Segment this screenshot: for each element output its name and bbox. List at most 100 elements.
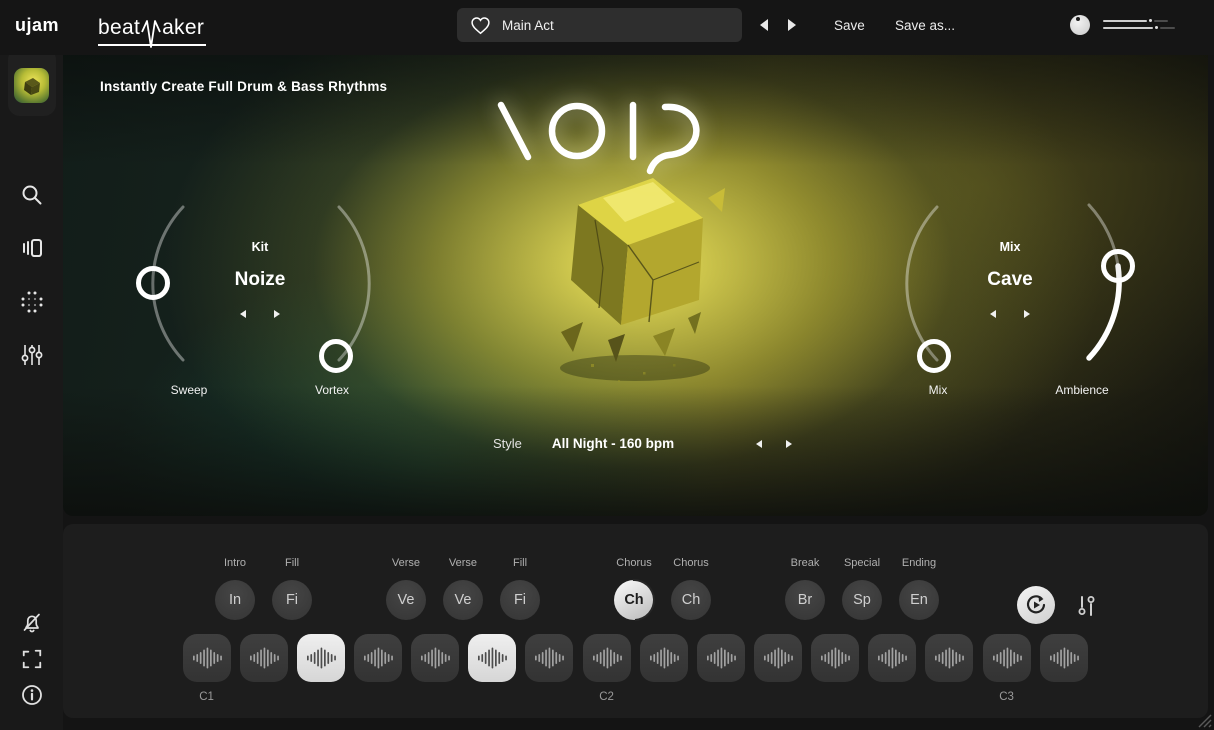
- sidebar-item-void-product[interactable]: [14, 68, 49, 103]
- part-slot: Break Br: [777, 557, 834, 620]
- pad-slot: [1035, 634, 1092, 704]
- pattern-pad-4[interactable]: [354, 634, 402, 682]
- part-button-break-7[interactable]: Br: [785, 580, 825, 620]
- waveform-icon: [649, 644, 679, 672]
- mix-handle[interactable]: [920, 342, 949, 371]
- part-button-ending-9[interactable]: En: [899, 580, 939, 620]
- mix-label: Mix: [930, 240, 1090, 254]
- volume-slider[interactable]: [1103, 19, 1175, 33]
- pad-slot: [635, 634, 692, 704]
- preset-selector[interactable]: Main Act: [457, 8, 742, 42]
- part-slot: Ending En: [891, 557, 948, 620]
- part-button-special-8[interactable]: Sp: [842, 580, 882, 620]
- player-loop-button[interactable]: [1017, 586, 1055, 624]
- sliders-settings-icon[interactable]: [0, 343, 63, 367]
- pattern-pad-9[interactable]: [640, 634, 688, 682]
- ambience-label: Ambience: [1055, 383, 1108, 397]
- waveform-icon: [477, 644, 507, 672]
- void-cube-thumbnail-icon: [19, 74, 45, 98]
- part-label: Ending: [902, 557, 936, 570]
- main-stage-panel: Instantly Create Full Drum & Bass Rhythm…: [63, 55, 1208, 516]
- kit-prev-button[interactable]: [240, 310, 246, 318]
- pattern-pad-7[interactable]: [525, 634, 573, 682]
- pattern-pad-13[interactable]: [868, 634, 916, 682]
- pattern-pad-6[interactable]: [468, 634, 516, 682]
- vortex-handle[interactable]: [322, 342, 351, 371]
- meter-dim: [1154, 20, 1168, 22]
- mix-next-button[interactable]: [1024, 310, 1030, 318]
- style-next-button[interactable]: [786, 440, 792, 448]
- pattern-pad-15[interactable]: [983, 634, 1031, 682]
- pattern-pad-10[interactable]: [697, 634, 745, 682]
- pattern-panel: Intro In Fill Fi Verse Ve Verse Ve Fill …: [63, 524, 1208, 718]
- waveform-icon: [306, 644, 336, 672]
- part-button-fill-4[interactable]: Fi: [500, 580, 540, 620]
- resize-grip[interactable]: [1197, 713, 1212, 728]
- part-button-verse-3[interactable]: Ve: [443, 580, 483, 620]
- part-button-chorus-6[interactable]: Ch: [671, 580, 711, 620]
- library-icon[interactable]: [0, 236, 63, 260]
- part-group-gap: [549, 557, 606, 620]
- octave-label: C3: [999, 691, 1014, 704]
- meter-lit: [1103, 27, 1153, 29]
- pad-slot: [235, 634, 292, 704]
- notifications-off-icon[interactable]: [0, 611, 63, 635]
- pattern-dots-icon[interactable]: [0, 291, 63, 313]
- pattern-pad-3[interactable]: [297, 634, 345, 682]
- mix-prev-button[interactable]: [990, 310, 996, 318]
- pad-slot: [292, 634, 349, 704]
- waveform-icon: [363, 644, 393, 672]
- part-label: Intro: [224, 557, 246, 570]
- mix-selector: Mix Cave: [930, 240, 1090, 318]
- style-selector: Style All Night - 160 bpm: [493, 436, 792, 451]
- save-button[interactable]: Save: [834, 18, 865, 33]
- pattern-pad-1[interactable]: [183, 634, 231, 682]
- part-progress-arc: [604, 570, 663, 629]
- part-slot: Verse Ve: [378, 557, 435, 620]
- preset-next-button[interactable]: [788, 19, 796, 31]
- part-short-label: Sp: [853, 592, 871, 608]
- pad-slot: [749, 634, 806, 704]
- waveform-icon: [192, 644, 222, 672]
- search-icon[interactable]: [0, 183, 63, 207]
- waveform-icon: [877, 644, 907, 672]
- part-slot: Fill Fi: [492, 557, 549, 620]
- pattern-pad-12[interactable]: [811, 634, 859, 682]
- pad-slot: [864, 634, 921, 704]
- kit-value: Noize: [180, 269, 340, 291]
- pad-slot: C2: [578, 634, 635, 704]
- pad-slot: C3: [978, 634, 1035, 704]
- pattern-pad-16[interactable]: [1040, 634, 1088, 682]
- part-button-chorus-5[interactable]: Ch: [614, 580, 654, 620]
- pattern-pad-5[interactable]: [411, 634, 459, 682]
- style-prev-button[interactable]: [756, 440, 762, 448]
- pad-slot: C1: [178, 634, 235, 704]
- sweep-handle[interactable]: [139, 269, 168, 298]
- part-label: Chorus: [673, 557, 708, 570]
- kit-next-button[interactable]: [274, 310, 280, 318]
- pattern-pad-2[interactable]: [240, 634, 288, 682]
- part-button-fill-1[interactable]: Fi: [272, 580, 312, 620]
- volume-knob[interactable]: [1070, 15, 1090, 35]
- pattern-pad-14[interactable]: [925, 634, 973, 682]
- ambience-handle[interactable]: [1104, 252, 1133, 281]
- fullscreen-icon[interactable]: [0, 648, 63, 670]
- vortex-arc-track[interactable]: [339, 207, 369, 360]
- save-as-button[interactable]: Save as...: [895, 18, 955, 33]
- beatmaker-logo: beat aker: [98, 10, 206, 46]
- ujam-logo: ujam: [15, 15, 59, 36]
- part-short-label: En: [910, 592, 928, 608]
- part-short-label: Br: [798, 592, 813, 608]
- micro-mixer-icon[interactable]: [1077, 595, 1097, 622]
- pattern-pad-8[interactable]: [583, 634, 631, 682]
- pattern-pad-11[interactable]: [754, 634, 802, 682]
- heart-icon[interactable]: [470, 16, 491, 35]
- part-button-intro-0[interactable]: In: [215, 580, 255, 620]
- part-button-verse-2[interactable]: Ve: [386, 580, 426, 620]
- volume-meter-row: [1103, 19, 1175, 22]
- meter-dot: [1155, 26, 1158, 29]
- preset-prev-button[interactable]: [760, 19, 768, 31]
- waveform-icon: [420, 644, 450, 672]
- meter-lit: [1103, 20, 1147, 22]
- info-icon[interactable]: [0, 683, 63, 707]
